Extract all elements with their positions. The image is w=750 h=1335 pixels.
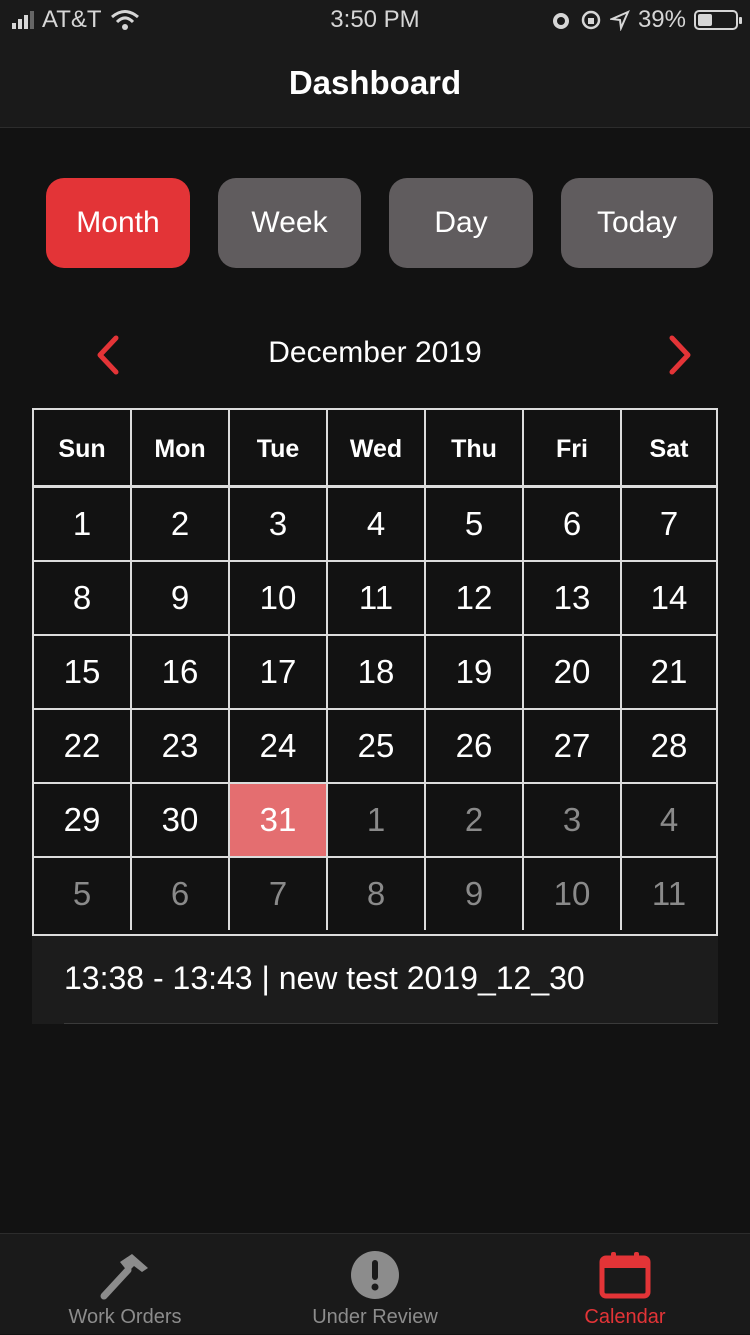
tab-work-orders[interactable]: Work Orders bbox=[0, 1234, 250, 1335]
calendar-day[interactable]: 2 bbox=[426, 784, 524, 856]
calendar-day[interactable]: 15 bbox=[34, 636, 132, 708]
calendar-day[interactable]: 10 bbox=[524, 858, 622, 930]
calendar-week-row: 15 16 17 18 19 20 21 bbox=[34, 636, 716, 710]
nav-bar: Dashboard bbox=[0, 40, 750, 128]
calendar-day[interactable]: 30 bbox=[132, 784, 230, 856]
calendar-day[interactable]: 11 bbox=[622, 858, 716, 930]
calendar-day[interactable]: 19 bbox=[426, 636, 524, 708]
today-button[interactable]: Today bbox=[561, 178, 713, 268]
calendar-day[interactable]: 8 bbox=[328, 858, 426, 930]
calendar-day[interactable]: 2 bbox=[132, 488, 230, 560]
tab-label: Calendar bbox=[584, 1306, 666, 1328]
calendar-grid: Sun Mon Tue Wed Thu Fri Sat 1 2 3 4 5 6 7 8 9 10 11 12 13 1… bbox=[32, 408, 718, 936]
calendar-day[interactable]: 16 bbox=[132, 636, 230, 708]
tab-label: Under Review bbox=[312, 1306, 438, 1328]
event-list: 13:38 - 13:43 | new test 2019_12_30 bbox=[32, 936, 718, 1024]
tab-under-review[interactable]: Under Review bbox=[250, 1234, 500, 1335]
calendar-day[interactable]: 4 bbox=[622, 784, 716, 856]
page-title: Dashboard bbox=[288, 64, 462, 101]
weekday-header: Sun Mon Tue Wed Thu Fri Sat bbox=[34, 410, 716, 488]
tab-bar: Work Orders Under Review Calendar bbox=[0, 1233, 750, 1334]
calendar-day[interactable]: 11 bbox=[328, 562, 426, 634]
weekday-label: Thu bbox=[426, 410, 524, 488]
location-icon bbox=[609, 10, 630, 31]
calendar-day[interactable]: 7 bbox=[230, 858, 328, 930]
alarm-icon bbox=[552, 13, 569, 29]
day-view-button[interactable]: Day bbox=[389, 178, 533, 268]
calendar-day[interactable]: 22 bbox=[34, 710, 132, 782]
calendar-day[interactable]: 4 bbox=[328, 488, 426, 560]
weekday-label: Wed bbox=[328, 410, 426, 488]
battery-fill bbox=[698, 14, 713, 26]
tab-calendar[interactable]: Calendar bbox=[500, 1234, 750, 1335]
calendar-day[interactable]: 5 bbox=[426, 488, 524, 560]
month-view-button[interactable]: Month bbox=[46, 178, 190, 268]
calendar-day[interactable]: 3 bbox=[230, 488, 328, 560]
calendar-day[interactable]: 8 bbox=[34, 562, 132, 634]
calendar-day[interactable]: 1 bbox=[34, 488, 132, 560]
status-bar: AT&T 3:50 PM 39% bbox=[0, 0, 750, 40]
calendar-day[interactable]: 6 bbox=[132, 858, 230, 930]
event-separator bbox=[64, 1023, 718, 1024]
calendar-day[interactable]: 23 bbox=[132, 710, 230, 782]
calendar-day[interactable]: 10 bbox=[230, 562, 328, 634]
next-month-button[interactable] bbox=[660, 328, 700, 378]
calendar-day[interactable]: 29 bbox=[34, 784, 132, 856]
weekday-label: Sat bbox=[649, 434, 689, 463]
calendar-day[interactable]: 12 bbox=[426, 562, 524, 634]
calendar-day[interactable]: 27 bbox=[524, 710, 622, 782]
calendar-day[interactable]: 21 bbox=[622, 636, 716, 708]
calendar-day[interactable]: 13 bbox=[524, 562, 622, 634]
week-view-button[interactable]: Week bbox=[218, 178, 361, 268]
tab-label: Work Orders bbox=[68, 1306, 182, 1328]
calendar-week-row: 22 23 24 25 26 27 28 bbox=[34, 710, 716, 784]
calendar-day[interactable]: 28 bbox=[622, 710, 716, 782]
calendar-day[interactable]: 9 bbox=[132, 562, 230, 634]
calendar-week-row: 29 30 31 1 2 3 4 bbox=[34, 784, 716, 858]
hammer-icon bbox=[100, 1254, 148, 1300]
status-right: 39% bbox=[550, 6, 742, 34]
calendar-day[interactable]: 6 bbox=[524, 488, 622, 560]
month-label: December 2019 bbox=[268, 336, 482, 369]
weekday-label: Fri bbox=[524, 410, 622, 488]
calendar-icon bbox=[599, 1252, 651, 1299]
weekday-label: Mon bbox=[132, 410, 230, 488]
calendar-day[interactable]: 17 bbox=[230, 636, 328, 708]
calendar-week-row: 8 9 10 11 12 13 14 bbox=[34, 562, 716, 636]
calendar-day[interactable]: 26 bbox=[426, 710, 524, 782]
event-item[interactable]: 13:38 - 13:43 | new test 2019_12_30 bbox=[64, 960, 585, 997]
weekday-label: Sun bbox=[34, 410, 132, 488]
month-navigation: December 2019 bbox=[0, 320, 750, 386]
calendar-day[interactable]: 3 bbox=[524, 784, 622, 856]
calendar-day[interactable]: 9 bbox=[426, 858, 524, 930]
calendar-day[interactable]: 20 bbox=[524, 636, 622, 708]
chevron-right-icon bbox=[669, 335, 691, 375]
calendar-day-selected[interactable]: 31 bbox=[230, 784, 328, 856]
calendar-day[interactable]: 24 bbox=[230, 710, 328, 782]
calendar-day[interactable]: 14 bbox=[622, 562, 716, 634]
calendar-day[interactable]: 5 bbox=[34, 858, 132, 930]
rotation-lock-icon bbox=[581, 10, 601, 30]
weekday-label: Tue bbox=[230, 410, 328, 488]
calendar-day[interactable]: 18 bbox=[328, 636, 426, 708]
calendar-day[interactable]: 1 bbox=[328, 784, 426, 856]
battery-percent: 39% bbox=[637, 6, 686, 33]
calendar-week-row: 5 6 7 8 9 10 11 bbox=[34, 858, 716, 932]
calendar-day[interactable]: 7 bbox=[622, 488, 716, 560]
battery-icon bbox=[694, 10, 742, 30]
calendar-day[interactable]: 25 bbox=[328, 710, 426, 782]
exclamation-icon bbox=[351, 1251, 399, 1299]
calendar-week-row: 1234567 bbox=[34, 488, 716, 562]
